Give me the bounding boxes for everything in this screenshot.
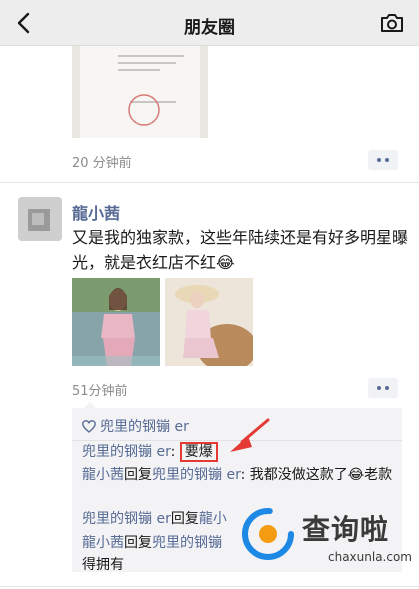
post-timestamp: 51分钟前 xyxy=(72,384,128,399)
reply-verb: 回复 xyxy=(124,467,152,483)
reply-verb: 回复 xyxy=(170,511,199,527)
post-photo[interactable] xyxy=(165,278,253,366)
reply-target[interactable]: 兜里的钢镚 xyxy=(152,535,222,551)
post-divider xyxy=(0,182,419,183)
more-actions-button[interactable] xyxy=(368,150,398,170)
liker-name[interactable]: 兜里的钢镚 er xyxy=(100,419,189,435)
comment-author[interactable]: 龍小茜 xyxy=(82,467,124,483)
comment-author[interactable]: 龍小茜 xyxy=(82,535,124,551)
bottom-divider xyxy=(0,586,419,587)
dot-icon xyxy=(385,386,389,390)
watermark-logo-icon xyxy=(242,508,294,560)
post-timestamp: 20 分钟前 xyxy=(72,156,132,171)
post-text: 又是我的独家款，这些年陆续还是有好多明星曝光，就是衣红店不红😂 xyxy=(72,228,409,272)
comment-separator: : xyxy=(170,444,180,460)
avatar[interactable] xyxy=(18,197,62,241)
post-author-name[interactable]: 龍小茜 xyxy=(72,200,120,224)
comment-text: 我都没做这款了😂老款 xyxy=(249,467,393,483)
reply-verb: 回复 xyxy=(124,535,152,551)
watermark-url: chaxunla.com xyxy=(328,550,412,564)
watermark-brand: 查询啦 xyxy=(302,513,390,546)
reply-target[interactable]: 兜里的钢镚 er xyxy=(152,467,241,483)
highlighted-comment-text: 要爆 xyxy=(179,442,218,462)
navbar: 朋友圈 xyxy=(0,0,419,46)
dot-icon xyxy=(385,158,389,162)
likes-row: 兜里的钢镚 er xyxy=(82,416,189,436)
comment-separator: : xyxy=(240,467,250,483)
dot-icon xyxy=(377,158,381,162)
reply-target[interactable]: 龍小 xyxy=(199,511,227,527)
post-image-document[interactable] xyxy=(72,46,208,138)
more-actions-button[interactable] xyxy=(368,378,398,398)
annotation-arrow-icon xyxy=(230,418,270,452)
comment-author[interactable]: 兜里的钢镚 er xyxy=(82,444,171,460)
dot-icon xyxy=(377,386,381,390)
post-photo[interactable] xyxy=(72,278,160,366)
comment-author[interactable]: 兜里的钢镚 er xyxy=(82,511,171,527)
heart-icon xyxy=(82,420,96,433)
comment-text: 得拥有 xyxy=(82,557,124,573)
camera-icon[interactable] xyxy=(379,11,405,35)
page-title: 朋友圈 xyxy=(184,18,235,38)
comment-item[interactable]: 龍小茜回复兜里的钢镚 er: 我都没做这款了😂老款 xyxy=(82,464,400,486)
